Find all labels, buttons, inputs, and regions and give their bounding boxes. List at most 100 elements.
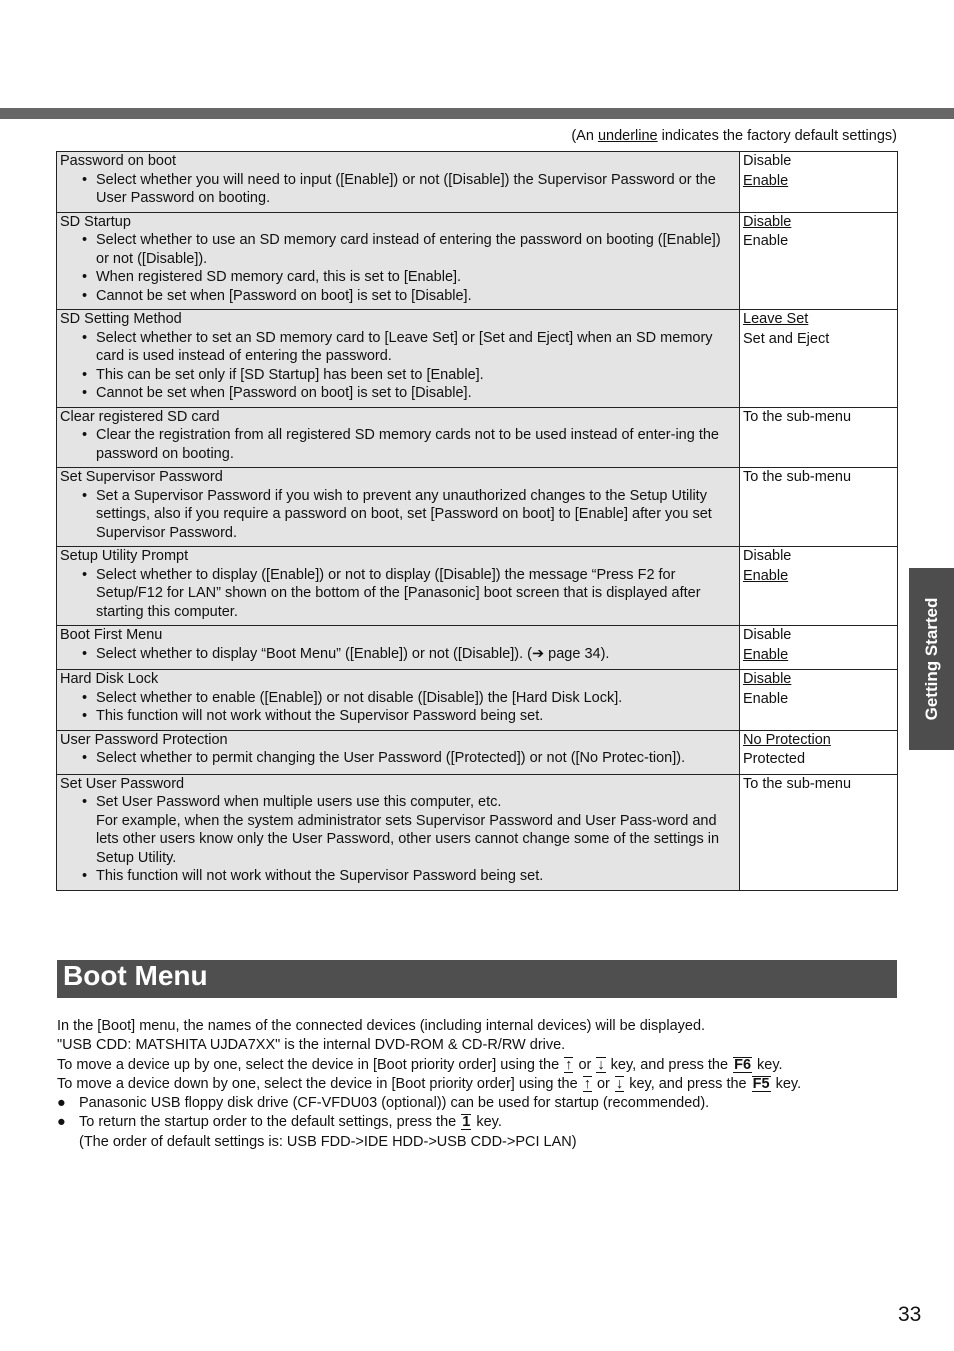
setting-row: SD Setting Method Select whether to set a… (56, 309, 898, 408)
setting-options: Disable Enable (739, 546, 898, 626)
setting-description: SD Setting Method Select whether to set a… (56, 309, 740, 408)
option-default: Disable (743, 213, 792, 230)
text: key. (753, 1056, 783, 1073)
setting-row: Clear registered SD cardClear the regist… (56, 406, 898, 468)
setting-description: Hard Disk Lock Select whether to enable (… (56, 669, 740, 731)
setting-note: Clear the registration from all register… (82, 426, 736, 463)
setting-note: Select whether you will need to input ([… (82, 171, 736, 208)
option-default: Leave Set (743, 311, 809, 327)
setting-title: SD Startup (60, 213, 131, 230)
setting-note: Set a Supervisor Password if you wish to… (82, 487, 736, 543)
f6-key-icon: F6 (733, 1056, 753, 1073)
setting-title: Set Supervisor Password (60, 469, 223, 485)
setting-note: When registered SD memory card, this is … (82, 268, 736, 287)
setting-row: Set Supervisor Password Set a Supervisor … (56, 467, 898, 547)
setting-notes: Select whether to display ([Enable]) or … (60, 566, 736, 622)
legend-prefix: (An (571, 128, 598, 144)
option-default: Enable (743, 646, 789, 663)
setting-options: Disable Enable (739, 625, 898, 670)
setting-options: To the sub-menu (739, 406, 898, 468)
option-default: No Protection (743, 731, 831, 748)
default-legend-note: (An underline indicates the factory defa… (571, 128, 897, 144)
boot-menu-body: In the [Boot] menu, the names of the con… (57, 1017, 917, 1152)
body-line-2: "USB CDD: MATSHITA UJDA7XX" is the inter… (57, 1037, 566, 1054)
body-line-3: To move a device up by one, select the d… (57, 1056, 917, 1075)
setting-title: Password on boot (60, 153, 177, 169)
setting-row: Set User PasswordSet User Password when … (56, 773, 898, 891)
setting-note: Select whether to display “Boot Menu” ([… (82, 645, 736, 664)
setting-row: Password on boot Select whether you will … (56, 151, 898, 213)
setting-options: To the sub-menu (739, 467, 898, 547)
option: Set and Eject (743, 330, 830, 347)
text: or (592, 1075, 614, 1092)
setting-note: Cannot be set when [Password on boot] is… (82, 287, 736, 306)
setting-row: Hard Disk Lock Select whether to enable (… (56, 669, 898, 731)
setting-notes: Select whether to enable ([Enable]) or n… (60, 689, 736, 726)
bullet-dot-icon: ● (57, 1095, 66, 1112)
option: Enable (743, 690, 789, 707)
setting-title: Hard Disk Lock (60, 671, 159, 687)
body-line-1: In the [Boot] menu, the names of the con… (57, 1018, 706, 1034)
bullet-default-order: ● To return the startup order to the defa… (57, 1113, 917, 1132)
setting-title: Setup Utility Prompt (60, 548, 189, 564)
setting-notes: Set a Supervisor Password if you wish to… (60, 487, 736, 543)
setting-options: Leave Set Set and Eject (739, 309, 898, 408)
page-number: 33 (898, 1303, 922, 1326)
text: key. (472, 1114, 502, 1131)
manual-page: (An underline indicates the factory defa… (0, 0, 954, 1351)
text: To return the startup order to the defau… (79, 1114, 461, 1131)
setting-options: To the sub-menu (739, 773, 898, 891)
down-arrow-key-icon: ↓ (614, 1075, 625, 1092)
setting-row: SD StartupSelect whether to use an SD me… (56, 211, 898, 310)
setting-notes: Clear the registration from all register… (60, 426, 736, 463)
setting-notes: Select whether to set an SD memory card … (60, 329, 736, 403)
setting-title: Boot First Menu (60, 627, 163, 643)
option: Disable (743, 548, 792, 564)
option: To the sub-menu (743, 408, 852, 425)
body-line-4: To move a device down by one, select the… (57, 1075, 917, 1094)
setting-notes: Select whether you will need to input ([… (60, 171, 736, 208)
text: To move a device down by one, select the… (57, 1075, 582, 1092)
bullet-dot-icon: ● (57, 1114, 66, 1131)
side-tab-label: Getting Started (921, 597, 941, 721)
setting-options: Disable Enable (739, 669, 898, 731)
default-order-note: (The order of default settings is: USB F… (79, 1133, 577, 1150)
setting-title: SD Setting Method (60, 311, 182, 327)
option-default: Disable (743, 671, 792, 687)
setting-description: Setup Utility Prompt Select whether to di… (56, 546, 740, 626)
bullet-usb-floppy: ● Panasonic USB floppy disk drive (CF-VFD… (57, 1094, 917, 1113)
setting-title: Set User Password (60, 775, 185, 792)
key-1-icon: 1 (461, 1114, 472, 1131)
setting-notes: Select whether to display “Boot Menu” ([… (60, 645, 736, 664)
setting-options: Disable Enable (739, 211, 898, 310)
section-header: Boot Menu (57, 960, 897, 998)
option: Disable (743, 627, 792, 643)
legend-underline-word: underline (597, 128, 658, 144)
text: or (574, 1056, 596, 1073)
setting-note: Set User Password when multiple users us… (82, 793, 736, 812)
setting-note: This can be set only if [SD Startup] has… (82, 366, 736, 385)
setting-row: Setup Utility Prompt Select whether to di… (56, 546, 898, 626)
security-settings-table: Password on boot Select whether you will … (56, 151, 898, 891)
header-bar (0, 108, 954, 119)
text: Panasonic USB floppy disk drive (CF-VFDU… (79, 1095, 710, 1112)
side-tab-getting-started[interactable]: Getting Started (909, 568, 954, 750)
option-default: Enable (743, 172, 789, 189)
setting-description: Boot First Menu Select whether to display… (56, 625, 740, 670)
up-arrow-key-icon: ↑ (564, 1056, 574, 1073)
setting-note: Select whether to permit changing the Us… (82, 749, 736, 768)
text: To move a device up by one, select the d… (57, 1056, 564, 1073)
option: To the sub-menu (743, 469, 852, 485)
setting-row: Boot First Menu Select whether to display… (56, 625, 898, 670)
setting-note: Select whether to display ([Enable]) or … (82, 566, 736, 622)
setting-note: Select whether to use an SD memory card … (82, 231, 736, 268)
section-title: Boot Menu (63, 960, 208, 991)
setting-options: No Protection Protected (739, 729, 898, 775)
setting-note: Cannot be set when [Password on boot] is… (82, 384, 736, 403)
setting-note: This function will not work without the … (82, 707, 736, 726)
setting-notes: Set User Password when multiple users us… (60, 793, 736, 886)
setting-description: User Password ProtectionSelect whether t… (56, 729, 740, 775)
setting-description: Set User PasswordSet User Password when … (56, 773, 740, 891)
setting-notes: Select whether to use an SD memory card … (60, 231, 736, 305)
option-default: Enable (743, 567, 789, 584)
